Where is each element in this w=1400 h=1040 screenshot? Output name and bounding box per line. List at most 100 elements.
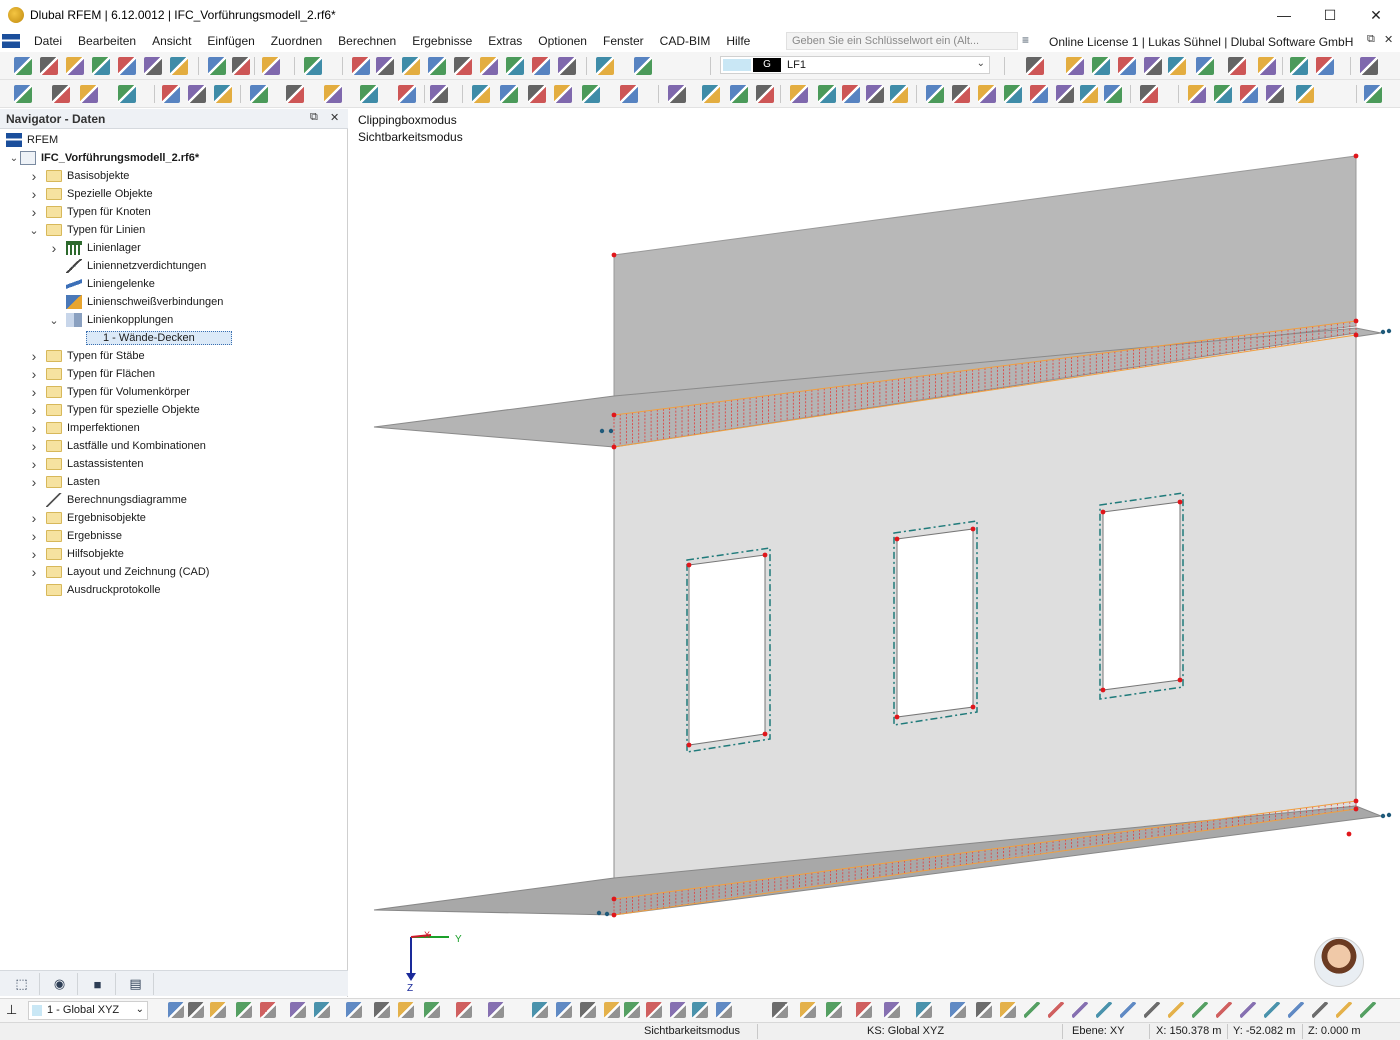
window-opening-1[interactable] xyxy=(686,547,771,753)
bottom-tool-icon[interactable] xyxy=(1240,1002,1256,1018)
tree-item[interactable]: › Typen für Flächen xyxy=(28,365,155,383)
toolbar-tool-icon[interactable] xyxy=(360,85,378,103)
bottom-tool-icon[interactable] xyxy=(188,1002,204,1018)
report-tab-icon[interactable]: ▤ xyxy=(118,973,154,995)
toolbar-tool-icon[interactable] xyxy=(208,57,226,75)
bottom-tool-icon[interactable] xyxy=(236,1002,252,1018)
toolbar-tool-icon[interactable] xyxy=(170,57,188,75)
coordinate-system-select[interactable]: 1 - Global XYZ ⌄ xyxy=(28,1001,148,1020)
chevron-right-icon[interactable]: › xyxy=(48,240,60,256)
toolbar-tool-icon[interactable] xyxy=(1240,85,1258,103)
support-node-point[interactable] xyxy=(608,428,614,434)
assistant-avatar[interactable] xyxy=(1314,937,1364,987)
tree-item[interactable]: Liniengelenke xyxy=(48,275,155,293)
bottom-tool-icon[interactable] xyxy=(1048,1002,1064,1018)
bottom-tool-icon[interactable] xyxy=(532,1002,548,1018)
bottom-tool-icon[interactable] xyxy=(1000,1002,1016,1018)
toolbar-tool-icon[interactable] xyxy=(352,57,370,75)
bottom-tool-icon[interactable] xyxy=(424,1002,440,1018)
toolbar-tool-icon[interactable] xyxy=(14,57,32,75)
toolbar-tool-icon[interactable] xyxy=(1228,57,1246,75)
toolbar-tool-icon[interactable] xyxy=(402,57,420,75)
chevron-down-icon[interactable]: ⌄ xyxy=(136,1004,144,1015)
3d-viewport[interactable]: Clippingboxmodus Sichtbarkeitsmodus X Y … xyxy=(349,109,1400,997)
tree-item[interactable]: › Linienlager xyxy=(48,239,141,257)
bottom-tool-icon[interactable] xyxy=(374,1002,390,1018)
toolbar-tool-icon[interactable] xyxy=(52,85,70,103)
bottom-tool-icon[interactable] xyxy=(398,1002,414,1018)
bottom-tool-icon[interactable] xyxy=(604,1002,620,1018)
node-point[interactable] xyxy=(1353,318,1359,324)
toolbar-tool-icon[interactable] xyxy=(756,85,774,103)
toolbar-tool-icon[interactable] xyxy=(866,85,884,103)
chevron-down-icon[interactable]: ⌄ xyxy=(977,58,985,69)
toolbar-tool-icon[interactable] xyxy=(1188,85,1206,103)
bottom-tool-icon[interactable] xyxy=(456,1002,472,1018)
toolbar-tool-icon[interactable] xyxy=(1168,57,1186,75)
toolbar-tool-icon[interactable] xyxy=(532,57,550,75)
toolbar-tool-icon[interactable] xyxy=(92,57,110,75)
bottom-tool-icon[interactable] xyxy=(670,1002,686,1018)
bottom-tool-icon[interactable] xyxy=(1144,1002,1160,1018)
chevron-right-icon[interactable]: › xyxy=(28,366,40,382)
coordinate-system-icon[interactable]: ⊥ xyxy=(6,1002,17,1018)
loadcase-select[interactable]: G LF1 ⌄ xyxy=(720,56,990,74)
tree-item[interactable]: › Layout und Zeichnung (CAD) xyxy=(28,563,210,581)
bottom-tool-icon[interactable] xyxy=(488,1002,504,1018)
chevron-right-icon[interactable]: › xyxy=(28,186,40,202)
bottom-tool-icon[interactable] xyxy=(800,1002,816,1018)
chevron-right-icon[interactable]: › xyxy=(28,168,40,184)
toolbar-tool-icon[interactable] xyxy=(398,85,416,103)
chevron-down-icon[interactable]: ⌄ xyxy=(8,153,20,164)
tree-item[interactable]: › Lasten xyxy=(28,473,100,491)
tree-item[interactable]: › Spezielle Objekte xyxy=(28,185,153,203)
view-tab-icon[interactable]: ◉ xyxy=(42,973,78,995)
bottom-tool-icon[interactable] xyxy=(1192,1002,1208,1018)
toolbar-tool-icon[interactable] xyxy=(1214,85,1232,103)
bottom-tool-icon[interactable] xyxy=(884,1002,900,1018)
toolbar-tool-icon[interactable] xyxy=(1144,57,1162,75)
toolbar-tool-icon[interactable] xyxy=(1056,85,1074,103)
bottom-tool-icon[interactable] xyxy=(624,1002,640,1018)
node-point[interactable] xyxy=(1100,509,1106,515)
menu-extras[interactable]: Extras xyxy=(480,34,530,48)
restore-doc-icon[interactable]: ⧉ xyxy=(1367,33,1375,46)
toolbar-tool-icon[interactable] xyxy=(376,57,394,75)
toolbar-tool-icon[interactable] xyxy=(506,57,524,75)
toolbar-tool-icon[interactable] xyxy=(1030,85,1048,103)
toolbar-tool-icon[interactable] xyxy=(188,85,206,103)
tree-item[interactable]: Linienschweißverbindungen xyxy=(48,293,223,311)
toolbar-tool-icon[interactable] xyxy=(702,85,720,103)
menu-zuordnen[interactable]: Zuordnen xyxy=(263,34,330,48)
bottom-tool-icon[interactable] xyxy=(1264,1002,1280,1018)
toolbar-tool-icon[interactable] xyxy=(1118,57,1136,75)
toolbar-tool-icon[interactable] xyxy=(40,57,58,75)
bottom-tool-icon[interactable] xyxy=(210,1002,226,1018)
toolbar-tool-icon[interactable] xyxy=(596,57,614,75)
bottom-tool-icon[interactable] xyxy=(646,1002,662,1018)
toolbar-tool-icon[interactable] xyxy=(480,57,498,75)
toolbar-tool-icon[interactable] xyxy=(430,85,448,103)
toolbar-tool-icon[interactable] xyxy=(118,57,136,75)
bottom-tool-icon[interactable] xyxy=(950,1002,966,1018)
chevron-down-icon[interactable]: ⌄ xyxy=(48,314,60,327)
toolbar-tool-icon[interactable] xyxy=(324,85,342,103)
tree-item[interactable]: › Imperfektionen xyxy=(28,419,140,437)
toolbar-tool-icon[interactable] xyxy=(1196,57,1214,75)
toolbar-tool-icon[interactable] xyxy=(80,85,98,103)
bottom-tool-icon[interactable] xyxy=(1360,1002,1376,1018)
menu-berechnen[interactable]: Berechnen xyxy=(330,34,404,48)
toolbar-tool-icon[interactable] xyxy=(1080,85,1098,103)
chevron-right-icon[interactable]: › xyxy=(28,456,40,472)
node-point[interactable] xyxy=(762,552,768,558)
node-point[interactable] xyxy=(611,912,617,918)
toolbar-tool-icon[interactable] xyxy=(232,57,250,75)
close-button[interactable]: ✕ xyxy=(1353,0,1399,30)
toolbar-tool-icon[interactable] xyxy=(1316,57,1334,75)
toolbar-tool-icon[interactable] xyxy=(1290,57,1308,75)
bottom-tool-icon[interactable] xyxy=(314,1002,330,1018)
toolbar-tool-icon[interactable] xyxy=(952,85,970,103)
toolbar-tool-icon[interactable] xyxy=(144,57,162,75)
maximize-button[interactable]: ☐ xyxy=(1307,0,1353,30)
tree-item[interactable]: › Lastfälle und Kombinationen xyxy=(28,437,206,455)
